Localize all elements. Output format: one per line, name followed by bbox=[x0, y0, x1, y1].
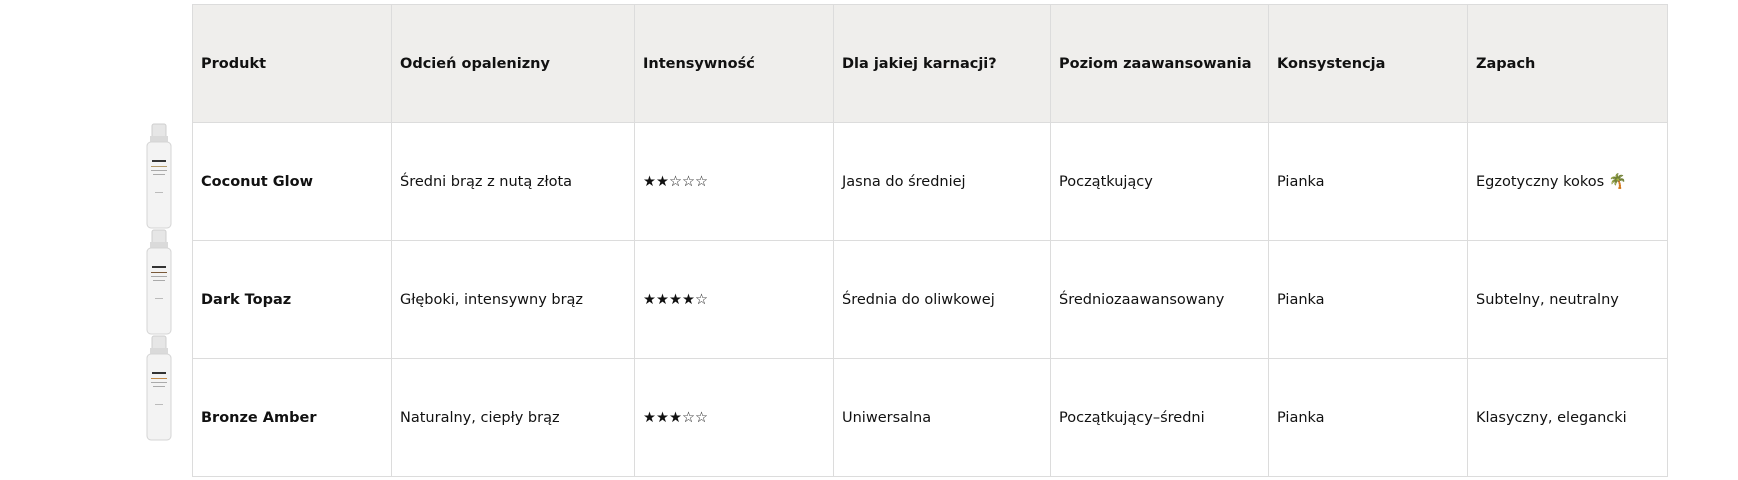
level-cell: Początkujący–średni bbox=[1050, 358, 1269, 477]
table-header-row: Produkt Odcień opalenizny Intensywność D… bbox=[192, 4, 1668, 123]
intensity-stars: ★★★☆☆ bbox=[634, 358, 834, 477]
intensity-stars: ★★★★☆ bbox=[634, 240, 834, 359]
header-konsystencja: Konsystencja bbox=[1268, 4, 1468, 123]
shade-cell: Głęboki, intensywny brąz bbox=[391, 240, 635, 359]
table-row: Coconut Glow Średni brąz z nutą złota ★★… bbox=[192, 122, 1668, 241]
header-zapach: Zapach bbox=[1467, 4, 1668, 123]
header-karnacja: Dla jakiej karnacji? bbox=[833, 4, 1051, 123]
scent-cell: Subtelny, neutralny bbox=[1467, 240, 1668, 359]
texture-cell: Pianka bbox=[1268, 122, 1468, 241]
shade-cell: Naturalny, ciepły brąz bbox=[391, 358, 635, 477]
header-intensywnosc: Intensywność bbox=[634, 4, 834, 123]
foam-bottle-icon[interactable] bbox=[140, 334, 180, 444]
scent-cell: Egzotyczny kokos 🌴 bbox=[1467, 122, 1668, 241]
product-name[interactable]: Dark Topaz bbox=[192, 240, 392, 359]
comparison-section: Produkt Odcień opalenizny Intensywność D… bbox=[0, 0, 1738, 480]
table-row: Bronze Amber Naturalny, ciepły brąz ★★★☆… bbox=[192, 358, 1668, 477]
product-name[interactable]: Bronze Amber bbox=[192, 358, 392, 477]
header-produkt: Produkt bbox=[192, 4, 392, 123]
foam-bottle-icon[interactable] bbox=[140, 228, 180, 338]
skin-cell: Uniwersalna bbox=[833, 358, 1051, 477]
foam-bottle-icon[interactable] bbox=[140, 122, 180, 232]
shade-cell: Średni brąz z nutą złota bbox=[391, 122, 635, 241]
level-cell: Początkujący bbox=[1050, 122, 1269, 241]
comparison-table: Produkt Odcień opalenizny Intensywność D… bbox=[192, 4, 1668, 477]
level-cell: Średniozaawansowany bbox=[1050, 240, 1269, 359]
skin-cell: Jasna do średniej bbox=[833, 122, 1051, 241]
header-odcien-opalenizny: Odcień opalenizny bbox=[391, 4, 635, 123]
product-name[interactable]: Coconut Glow bbox=[192, 122, 392, 241]
intensity-stars: ★★☆☆☆ bbox=[634, 122, 834, 241]
skin-cell: Średnia do oliwkowej bbox=[833, 240, 1051, 359]
texture-cell: Pianka bbox=[1268, 358, 1468, 477]
scent-cell: Klasyczny, elegancki bbox=[1467, 358, 1668, 477]
texture-cell: Pianka bbox=[1268, 240, 1468, 359]
table-row: Dark Topaz Głęboki, intensywny brąz ★★★★… bbox=[192, 240, 1668, 359]
header-poziom-zaawansowania: Poziom zaawansowania bbox=[1050, 4, 1269, 123]
